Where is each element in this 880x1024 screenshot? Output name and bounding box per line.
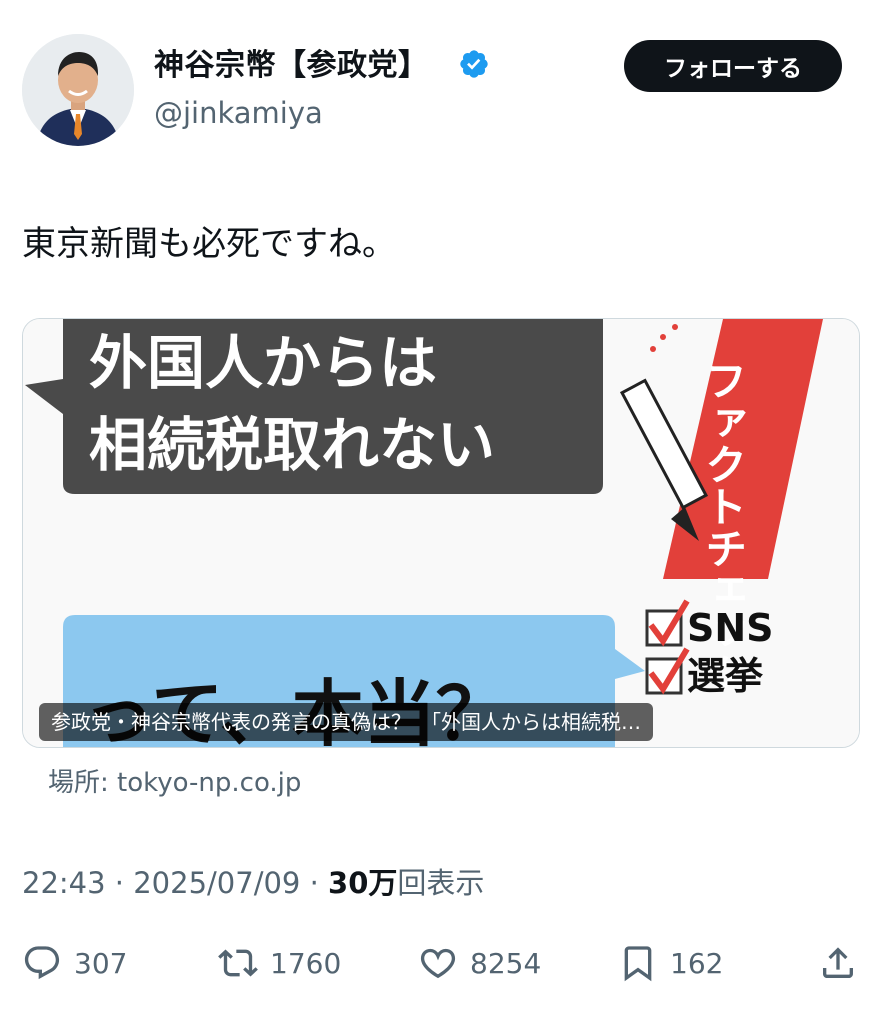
card-check-sns: SNS bbox=[687, 606, 774, 650]
action-bar: 307 1760 8254 162 bbox=[22, 940, 858, 986]
reply-icon bbox=[24, 946, 60, 980]
share-button[interactable] bbox=[818, 940, 858, 986]
share-icon bbox=[823, 947, 853, 978]
meta-separator: · bbox=[114, 866, 125, 900]
bookmark-button[interactable]: 162 bbox=[618, 940, 723, 986]
card-check-election: 選挙 bbox=[687, 654, 763, 698]
reply-count: 307 bbox=[74, 946, 128, 980]
like-count: 8254 bbox=[470, 946, 542, 980]
like-icon bbox=[420, 948, 456, 979]
tweet-text: 東京新聞も必死ですね。 bbox=[22, 224, 396, 264]
view-count: 30万 bbox=[328, 866, 398, 900]
link-card[interactable]: 外国人からは 相続税取れない って、本当？ ファクトチェック SNS 選挙 参政… bbox=[22, 318, 860, 748]
bookmark-count: 162 bbox=[670, 946, 724, 980]
bookmark-icon bbox=[624, 946, 652, 982]
verified-badge-icon bbox=[460, 50, 488, 78]
avatar-image bbox=[22, 34, 134, 146]
meta-separator: · bbox=[309, 866, 319, 900]
like-button[interactable]: 8254 bbox=[418, 940, 541, 986]
card-thumbnail: 外国人からは 相続税取れない って、本当？ ファクトチェック SNS 選挙 bbox=[23, 319, 859, 747]
retweet-count: 1760 bbox=[270, 946, 342, 980]
author-handle[interactable]: @jinkamiya bbox=[154, 96, 323, 130]
view-label: 回表示 bbox=[397, 866, 485, 900]
card-bubble-line1: 外国人からは bbox=[89, 329, 437, 397]
tweet-date[interactable]: 2025/07/09 bbox=[133, 866, 300, 900]
card-source[interactable]: 場所: tokyo-np.co.jp bbox=[48, 762, 301, 799]
tweet-time[interactable]: 22:43 bbox=[22, 866, 106, 900]
retweet-icon bbox=[218, 949, 258, 977]
card-caption[interactable]: 参政党・神谷宗幣代表の発言の真偽は？ 「外国人からは相続税… bbox=[39, 703, 653, 741]
card-bubble-line2: 相続税取れない bbox=[89, 411, 495, 479]
retweet-button[interactable]: 1760 bbox=[218, 940, 341, 986]
follow-button[interactable]: フォローする bbox=[624, 40, 842, 92]
reply-button[interactable]: 307 bbox=[22, 940, 127, 986]
avatar[interactable] bbox=[22, 34, 134, 146]
author-name[interactable]: 神谷宗幣【参政党】 bbox=[154, 40, 429, 84]
tweet-meta: 22:43 · 2025/07/09 · 30万回表示 bbox=[22, 860, 484, 902]
